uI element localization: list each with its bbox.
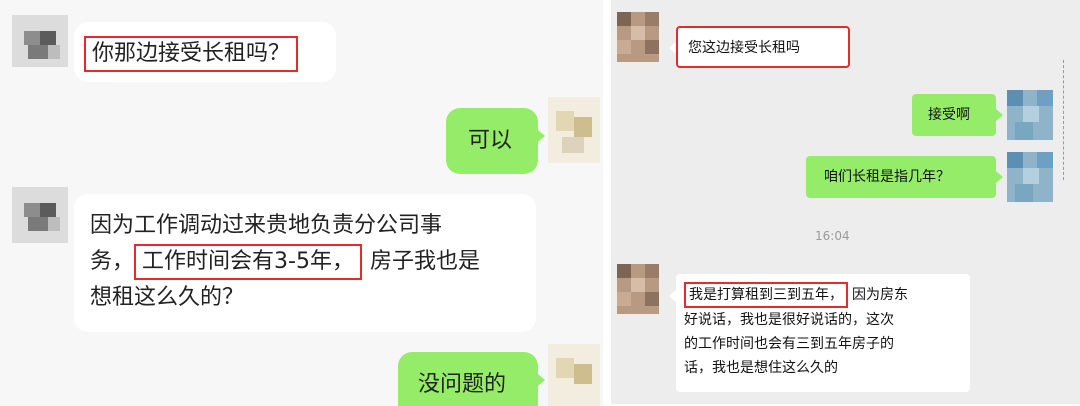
avatar-pixelated <box>548 97 600 163</box>
message-bubble-outgoing: 可以 <box>446 108 538 174</box>
bubble-tail <box>996 171 1003 183</box>
message-line: 我是打算租到三到五年， 因为房东 <box>684 282 970 308</box>
left-chat-screenshot: 你那边接受长租吗？ 可以 因为工作调动过来贵地负责分公司事 务， 工作时间会有3-… <box>0 0 604 406</box>
avatar-pixelated <box>12 187 68 243</box>
message-line: 想租这么久的？ <box>90 285 245 310</box>
message-text: 务， <box>90 249 135 274</box>
avatar-pixelated <box>1007 90 1053 140</box>
right-chat-screenshot: 您这边接受长租吗 接受啊 咱们长租是指几年？ 16:04 我是打算租到三到五年，… <box>611 0 1080 404</box>
message-bubble-outgoing: 咱们长租是指几年？ <box>806 156 996 198</box>
message-line: 的工作时间也会有三到五年房子的 <box>684 336 894 352</box>
highlight-box: 工作时间会有3-5年， <box>134 244 362 280</box>
timestamp: 16:04 <box>815 229 850 243</box>
message-line: 话，我也是想住这么久的 <box>684 360 838 376</box>
message-line: 好说话，我也是很好说话的，这次 <box>684 312 894 328</box>
avatar-pixelated <box>548 344 600 406</box>
bubble-tail <box>669 290 676 302</box>
message-bubble-incoming: 因为工作调动过来贵地负责分公司事 务， 工作时间会有3-5年， 房子我也是 想租这么… <box>74 194 536 332</box>
message-bubble-incoming: 你那边接受长租吗？ <box>74 22 336 82</box>
avatar-pixelated <box>617 264 659 314</box>
avatar-pixelated <box>617 12 659 62</box>
message-bubble-incoming: 您这边接受长租吗 <box>676 26 850 68</box>
highlight-box: 你那边接受长租吗？ <box>84 36 299 72</box>
bubble-tail <box>538 374 545 386</box>
message-line: 务， 工作时间会有3-5年， 房子我也是 <box>90 244 536 280</box>
bubble-tail <box>538 130 545 142</box>
avatar-pixelated <box>1007 152 1053 202</box>
message-line: 因为工作调动过来贵地负责分公司事 <box>90 213 443 238</box>
message-text: 房子我也是 <box>369 249 480 274</box>
message-text: 因为房东 <box>852 287 908 303</box>
bubble-tail <box>669 42 676 54</box>
message-bubble-outgoing: 没问题的 <box>398 352 538 406</box>
bubble-tail <box>996 109 1003 121</box>
dashed-edge <box>1063 60 1064 180</box>
message-bubble-incoming: 我是打算租到三到五年， 因为房东 好说话，我也是很好说话的，这次 的工作时间也会有… <box>676 274 970 392</box>
avatar-pixelated <box>12 15 68 67</box>
highlight-box: 我是打算租到三到五年， <box>684 282 848 308</box>
message-bubble-outgoing: 接受啊 <box>912 94 996 136</box>
